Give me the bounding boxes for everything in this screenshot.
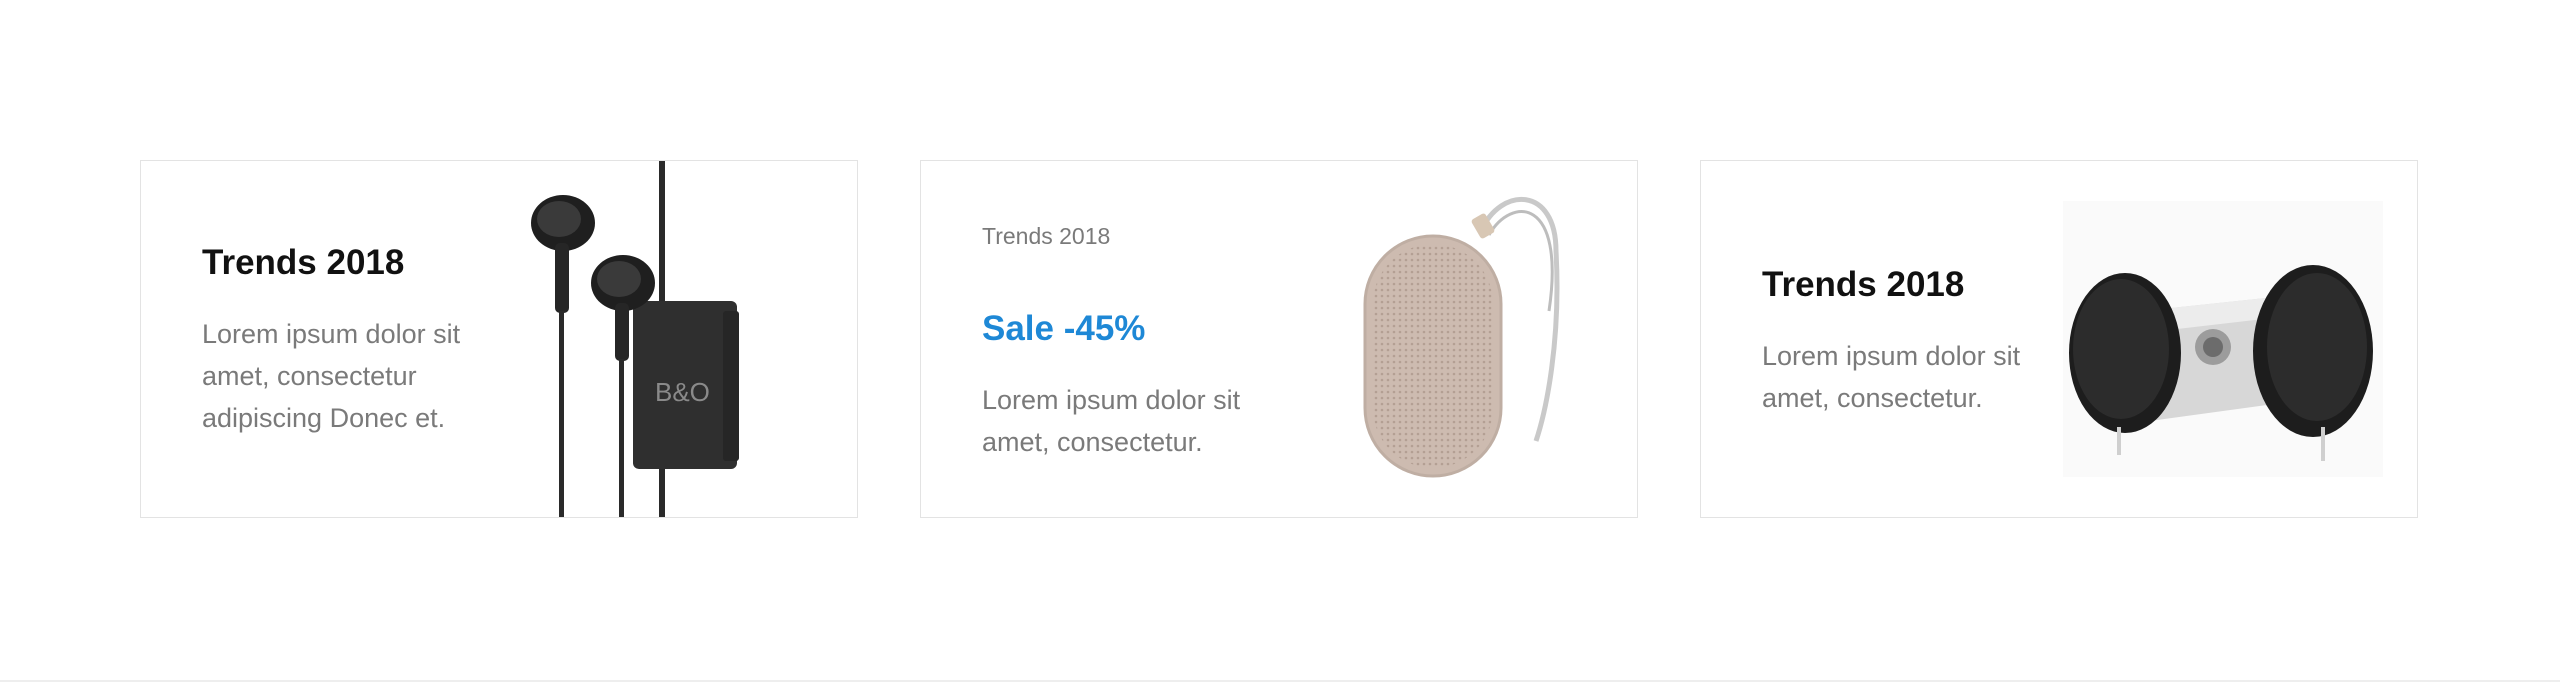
card-description: Lorem ipsum dolor sit amet, consectetur. [982, 385, 1241, 457]
brand-logo: B&O [655, 377, 710, 407]
card-eyebrow: Trends 2018 [982, 223, 1111, 249]
card-title: Trends 2018 [202, 243, 405, 282]
sale-label: Sale -45% [982, 309, 1146, 348]
portable-speaker-image [1363, 197, 1560, 478]
promo-card-earphones[interactable]: Trends 2018 Lorem ipsum dolor sit amet, … [140, 160, 858, 518]
speaker-dock-image [2063, 201, 2383, 477]
promo-card-speaker[interactable]: Trends 2018 Sale -45% Lorem ipsum dolor … [920, 160, 1638, 518]
card-description: Lorem ipsum dolor sit amet, consectetur … [202, 319, 461, 433]
card-description: Lorem ipsum dolor sit amet, consectetur. [1762, 341, 2021, 413]
card-title: Trends 2018 [1762, 265, 1965, 304]
promo-card-dock[interactable]: Trends 2018 Lorem ipsum dolor sit amet, … [1700, 160, 2418, 518]
earphones-image: B&O [531, 161, 739, 517]
